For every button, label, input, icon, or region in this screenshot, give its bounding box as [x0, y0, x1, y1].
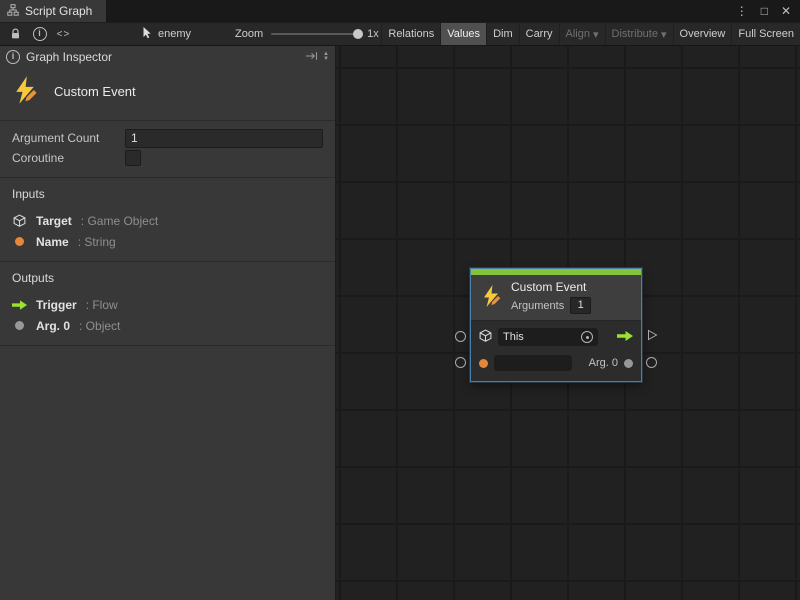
arg0-label: Arg. 0	[589, 357, 618, 369]
node-body: This Arg. 0	[471, 320, 641, 381]
distribute-button[interactable]: Distribute▾	[605, 23, 673, 45]
window-controls: ⋮ □ ✕	[736, 0, 800, 22]
input-row-name: Name : String	[12, 231, 323, 252]
graph-canvas[interactable]: Custom Event Arguments 1 This	[336, 46, 800, 600]
custom-event-icon	[10, 75, 40, 108]
code-icon[interactable]: <>	[54, 25, 73, 43]
node-row-target: This	[479, 327, 633, 347]
info-icon: i	[6, 50, 20, 64]
arg0-input[interactable]	[494, 355, 572, 371]
input-port-name[interactable]	[455, 357, 466, 368]
node-arguments-field[interactable]: 1	[570, 297, 591, 314]
input-port-target[interactable]	[455, 331, 466, 342]
node-title: Custom Event	[511, 280, 591, 294]
graph-inspector-panel: i Graph Inspector ▲▼ Custom Event	[0, 46, 336, 600]
zoom-slider[interactable]	[271, 33, 359, 35]
graph-breadcrumb[interactable]: enemy	[158, 28, 191, 40]
toolbar-buttons: Relations Values Dim Carry Align▾ Distri…	[381, 23, 800, 45]
node-header[interactable]: Custom Event Arguments 1	[471, 275, 641, 320]
content: i Graph Inspector ▲▼ Custom Event	[0, 46, 800, 600]
flow-arrow-icon	[12, 300, 27, 310]
zoom-value: 1x	[367, 28, 379, 40]
input-row-target: Target : Game Object	[12, 210, 323, 231]
inputs-heading: Inputs	[12, 187, 323, 201]
outputs-section: Outputs Trigger : Flow Arg. 0 : Object	[0, 262, 335, 346]
spinner-icon[interactable]: ▲▼	[323, 52, 329, 62]
string-port-dot	[12, 237, 27, 246]
overview-button[interactable]: Overview	[673, 23, 732, 45]
output-port-trigger[interactable]	[647, 329, 658, 344]
argument-count-row: Argument Count	[12, 128, 323, 148]
fullscreen-button[interactable]: Full Screen	[731, 23, 800, 45]
target-dropdown-value: This	[503, 331, 524, 343]
custom-event-node[interactable]: Custom Event Arguments 1 This	[470, 268, 642, 382]
values-button[interactable]: Values	[440, 23, 486, 45]
inspector-header: i Graph Inspector ▲▼	[0, 46, 335, 67]
output-port-arg0[interactable]	[646, 357, 657, 368]
object-port-dot	[624, 359, 633, 368]
dim-button[interactable]: Dim	[486, 23, 519, 45]
info-icon[interactable]: i	[30, 25, 49, 43]
custom-event-icon	[479, 284, 503, 311]
string-port-dot	[479, 359, 488, 368]
toolbar-left-icons: i <>	[0, 25, 134, 43]
menu-icon[interactable]: ⋮	[736, 4, 748, 18]
close-icon[interactable]: ✕	[781, 4, 791, 18]
output-row-arg0: Arg. 0 : Object	[12, 315, 323, 336]
outputs-heading: Outputs	[12, 271, 323, 285]
chevron-down-icon: ▾	[661, 28, 667, 41]
titlebar: Script Graph ⋮ □ ✕	[0, 0, 800, 22]
node-arguments-label: Arguments	[511, 300, 564, 312]
relations-button[interactable]: Relations	[381, 23, 440, 45]
dock-icon[interactable]	[305, 50, 318, 64]
argument-count-input[interactable]	[125, 129, 323, 148]
argument-count-label: Argument Count	[12, 131, 125, 145]
tab-title: Script Graph	[25, 4, 92, 18]
chevron-down-icon: ▾	[593, 28, 599, 41]
inspector-fields: Argument Count Coroutine	[0, 121, 335, 178]
lock-icon[interactable]	[6, 25, 25, 43]
node-row-arg0: Arg. 0	[479, 353, 633, 373]
target-dropdown[interactable]: This	[498, 328, 598, 346]
zoom-slider-handle[interactable]	[353, 29, 363, 39]
inputs-section: Inputs Target : Game Object Name : Strin…	[0, 178, 335, 262]
inspector-title: Graph Inspector	[26, 50, 112, 64]
tab-script-graph[interactable]: Script Graph	[0, 0, 106, 22]
coroutine-label: Coroutine	[12, 151, 125, 165]
object-picker-icon[interactable]	[581, 331, 593, 343]
output-row-trigger: Trigger : Flow	[12, 294, 323, 315]
script-graph-icon	[7, 4, 19, 19]
align-button[interactable]: Align▾	[559, 23, 605, 45]
zoom-label: Zoom	[235, 28, 263, 40]
toolbar-middle: enemy Zoom 1x	[142, 26, 379, 42]
coroutine-checkbox[interactable]	[125, 150, 141, 166]
flow-arrow-icon	[617, 331, 633, 344]
cube-icon	[479, 329, 492, 346]
object-port-dot	[12, 321, 27, 330]
inspector-event-header: Custom Event	[0, 67, 335, 121]
toolbar: i <> enemy Zoom 1x Relations Values Dim …	[0, 22, 800, 46]
cursor-icon	[142, 26, 153, 42]
maximize-icon[interactable]: □	[761, 4, 768, 18]
cube-icon	[12, 214, 27, 228]
script-graph-window: Script Graph ⋮ □ ✕ i <> enemy Zoom 1x	[0, 0, 800, 600]
carry-button[interactable]: Carry	[519, 23, 559, 45]
inspector-event-title: Custom Event	[54, 84, 136, 99]
coroutine-row: Coroutine	[12, 148, 323, 168]
